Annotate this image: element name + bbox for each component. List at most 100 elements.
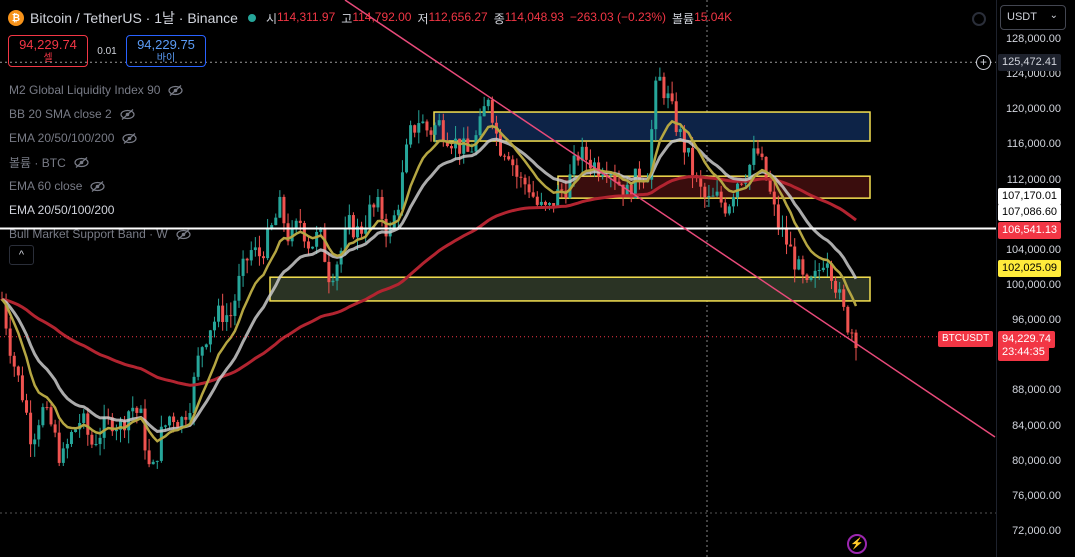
- candle-body: [805, 274, 809, 281]
- candle-body: [12, 355, 16, 367]
- eye-hidden-icon[interactable]: [90, 180, 105, 192]
- candle-body: [531, 192, 535, 197]
- candle-body: [16, 366, 20, 376]
- price-axis[interactable]: 128,000.00 124,000.00 120,000.00 116,000.00…: [996, 0, 1075, 557]
- candle-body: [241, 258, 245, 276]
- add-alert-icon[interactable]: +: [976, 55, 991, 70]
- candle-body: [711, 195, 715, 197]
- candle-body: [482, 106, 486, 117]
- price-tag: 106,541.13: [998, 222, 1062, 239]
- candle-body: [686, 147, 690, 153]
- candle-body: [131, 407, 135, 412]
- candle-body: [262, 256, 266, 259]
- candle-body: [163, 425, 167, 427]
- candle-body: [543, 201, 547, 205]
- axis-tick-label: 96,000.00: [1012, 314, 1061, 327]
- candle-body: [789, 244, 793, 247]
- candle-body: [801, 259, 805, 275]
- settings-icon[interactable]: [972, 12, 986, 26]
- candle-body: [168, 416, 172, 426]
- candle-body: [57, 432, 61, 463]
- sell-button[interactable]: 94,229.74 셀: [8, 35, 88, 67]
- candle-body: [486, 99, 490, 107]
- candle-body: [61, 448, 65, 463]
- eye-hidden-icon[interactable]: [74, 156, 89, 168]
- flash-icon[interactable]: ⚡: [847, 534, 867, 554]
- candle-body: [654, 80, 658, 130]
- candle-body: [20, 375, 24, 401]
- candle-body: [458, 138, 462, 154]
- candle-body: [196, 355, 200, 377]
- candle-body: [462, 138, 466, 154]
- currency-value: USDT: [1007, 11, 1037, 23]
- sell-label: 셀: [43, 53, 53, 64]
- currency-select[interactable]: USDT ⌄: [1000, 5, 1066, 30]
- candle-body: [270, 225, 274, 228]
- candle-body: [413, 125, 417, 133]
- symbol-title[interactable]: Bitcoin / TetherUS · 1날 · Binance: [30, 8, 238, 28]
- eye-hidden-icon[interactable]: [120, 108, 135, 120]
- candle-body: [584, 146, 588, 160]
- indicator-row-active[interactable]: EMA 20/50/100/200: [9, 198, 191, 222]
- indicator-row[interactable]: M2 Global Liquidity Index 90: [9, 78, 191, 102]
- candle-body: [539, 201, 543, 205]
- eye-hidden-icon[interactable]: [176, 228, 191, 240]
- candle-body: [834, 280, 838, 293]
- candle-body: [53, 424, 57, 433]
- candle-body: [731, 197, 735, 207]
- high-label: 고: [341, 11, 353, 26]
- candle-body: [527, 184, 531, 193]
- candle-body: [417, 123, 421, 133]
- candle-body: [229, 315, 233, 317]
- candle-body: [511, 159, 515, 166]
- candle-body: [65, 443, 69, 449]
- axis-tick-label: 104,000.00: [1005, 243, 1061, 256]
- volume-label: 볼륨: [672, 11, 695, 26]
- volume-value: 15.04K: [694, 9, 733, 24]
- candle-body: [98, 437, 102, 445]
- axis-tick-label: 72,000.00: [1012, 525, 1061, 537]
- collapse-legend-button[interactable]: ^: [9, 245, 34, 265]
- candle-body: [519, 176, 523, 178]
- candle-body: [535, 196, 539, 205]
- candle-body: [257, 247, 261, 257]
- candle-body: [200, 347, 204, 356]
- candle-body: [756, 148, 760, 154]
- candle-body: [817, 270, 821, 272]
- price-tag: 102,025.09: [998, 260, 1062, 277]
- eye-hidden-icon[interactable]: [168, 84, 184, 96]
- open-value: 114,311.97: [276, 9, 336, 24]
- candle-body: [376, 197, 380, 208]
- price-tag: 107,170.01: [998, 188, 1062, 205]
- indicator-row[interactable]: BB 20 SMA close 2: [9, 102, 191, 126]
- candle-body: [298, 220, 302, 224]
- candle-body: [221, 305, 225, 322]
- candle-body: [437, 120, 441, 126]
- candle-body: [846, 306, 850, 333]
- indicator-row[interactable]: EMA 60 close: [9, 174, 191, 198]
- candle-body: [478, 116, 482, 136]
- candle-body: [306, 241, 310, 249]
- candle-body: [155, 460, 159, 462]
- candle-body: [29, 412, 33, 445]
- candle-body: [25, 400, 29, 413]
- candle-body: [670, 93, 674, 102]
- indicator-row[interactable]: 볼륨 · BTC: [9, 150, 191, 174]
- candle-body: [360, 226, 364, 234]
- candle-body: [266, 227, 270, 259]
- candle-body: [237, 275, 241, 301]
- axis-tick-label: 120,000.00: [1005, 103, 1061, 116]
- candle-body: [33, 439, 37, 445]
- candle-body: [372, 204, 376, 208]
- candle-body: [674, 101, 678, 133]
- candle-body: [274, 217, 278, 226]
- buy-button[interactable]: 94,229.75 바이: [126, 35, 206, 67]
- eye-hidden-icon[interactable]: [122, 132, 138, 144]
- candle-body: [94, 444, 98, 446]
- candle-body: [49, 407, 53, 425]
- close-label: 종: [493, 11, 505, 26]
- candle-body: [233, 300, 237, 316]
- indicator-row[interactable]: EMA 20/50/100/200: [9, 126, 191, 150]
- indicator-row[interactable]: Bull Market Support Band · W: [9, 222, 191, 246]
- candle-body: [102, 416, 106, 438]
